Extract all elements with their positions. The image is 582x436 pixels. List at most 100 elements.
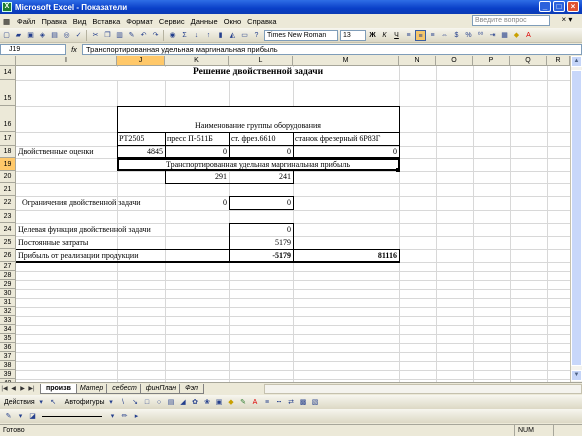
select-all-corner[interactable]: [0, 56, 16, 66]
first-sheet-icon[interactable]: |◀: [0, 385, 9, 392]
column-header[interactable]: R: [547, 56, 570, 66]
row-header[interactable]: 30: [0, 289, 16, 298]
arrow-icon[interactable]: ↘: [130, 397, 141, 408]
column-header[interactable]: O: [436, 56, 473, 66]
drawing-icon[interactable]: ◭: [227, 30, 238, 41]
row-header[interactable]: 39: [0, 370, 16, 379]
font-size-select[interactable]: 13: [340, 29, 366, 41]
line-color-icon[interactable]: ✎: [238, 397, 249, 408]
save-icon[interactable]: ▣: [25, 30, 36, 41]
column-header[interactable]: K: [165, 56, 229, 66]
align-left-icon[interactable]: ≡: [403, 30, 414, 41]
sheet-tab[interactable]: произв: [40, 383, 77, 394]
scroll-up-icon[interactable]: ▲: [571, 56, 582, 67]
row-header[interactable]: 16: [0, 106, 16, 132]
chevron-down-icon[interactable]: ▾: [107, 411, 118, 422]
copy-icon[interactable]: ❐: [102, 30, 113, 41]
paste-icon[interactable]: ▥: [114, 30, 125, 41]
menu-insert[interactable]: Вставка: [89, 17, 123, 26]
vertical-scrollbar[interactable]: ▲ ▼: [570, 56, 582, 382]
chevron-down-icon[interactable]: ▾: [106, 397, 117, 408]
underline-button[interactable]: Ч: [391, 30, 402, 41]
font-color-icon[interactable]: A: [523, 30, 534, 41]
chart-icon[interactable]: ▮: [215, 30, 226, 41]
fill-color-icon[interactable]: ◆: [226, 397, 237, 408]
hyperlink-icon[interactable]: ◉: [167, 30, 178, 41]
line-weight-select[interactable]: [42, 415, 102, 417]
column-header[interactable]: L: [229, 56, 293, 66]
borders-icon[interactable]: ▦: [499, 30, 510, 41]
help-icon[interactable]: ?: [251, 30, 262, 41]
format-painter-icon[interactable]: ✎: [126, 30, 137, 41]
redo-icon[interactable]: ↷: [150, 30, 161, 41]
menu-edit[interactable]: Правка: [38, 17, 69, 26]
formula-input[interactable]: Транспортированная удельная маргинальная…: [82, 43, 582, 55]
picture-icon[interactable]: ▣: [214, 397, 225, 408]
chevron-down-icon[interactable]: ▾: [36, 397, 47, 408]
row-header[interactable]: 29: [0, 280, 16, 289]
row-header[interactable]: 14: [0, 66, 16, 80]
minimize-button[interactable]: _: [539, 1, 551, 12]
line-style-icon[interactable]: ≡: [262, 397, 273, 408]
rectangle-icon[interactable]: □: [142, 397, 153, 408]
next-sheet-icon[interactable]: ▶: [18, 385, 27, 392]
maximize-button[interactable]: □: [553, 1, 565, 12]
zoom-icon[interactable]: ▭: [239, 30, 250, 41]
eraser-icon[interactable]: ◪: [27, 411, 38, 422]
row-header[interactable]: 34: [0, 325, 16, 334]
menu-file[interactable]: Файл: [14, 17, 38, 26]
wordart-icon[interactable]: ◢: [178, 397, 189, 408]
bold-button[interactable]: Ж: [367, 30, 378, 41]
new-icon[interactable]: ▢: [1, 30, 12, 41]
italic-button[interactable]: К: [379, 30, 390, 41]
pen-icon[interactable]: ✎: [3, 411, 14, 422]
row-header[interactable]: 27: [0, 262, 16, 271]
sheet-tab[interactable]: Фэп: [179, 383, 204, 394]
sheet-tab[interactable]: Матер: [73, 383, 110, 394]
fill-color-icon[interactable]: ◆: [511, 30, 522, 41]
row-header[interactable]: 17: [0, 132, 16, 146]
doc-close-icon[interactable]: × ▾: [555, 15, 579, 26]
textbox-icon[interactable]: ▤: [166, 397, 177, 408]
oval-icon[interactable]: ○: [154, 397, 165, 408]
column-header[interactable]: Q: [510, 56, 547, 66]
row-header[interactable]: 15: [0, 80, 16, 106]
fx-icon[interactable]: fx: [66, 45, 82, 54]
print-icon[interactable]: ▤: [49, 30, 60, 41]
last-sheet-icon[interactable]: ▶|: [27, 385, 36, 392]
row-header[interactable]: 36: [0, 343, 16, 352]
spelling-icon[interactable]: ✓: [73, 30, 84, 41]
menu-data[interactable]: Данные: [188, 17, 221, 26]
line-icon[interactable]: \: [118, 397, 129, 408]
column-header[interactable]: J: [117, 56, 165, 66]
row-header[interactable]: 33: [0, 316, 16, 325]
name-box[interactable]: J19: [0, 43, 66, 55]
menu-help[interactable]: Справка: [244, 17, 279, 26]
row-header[interactable]: 25: [0, 236, 16, 249]
worksheet-grid[interactable]: I J K L M N O P Q R 14 15 16 17 18 19 20…: [0, 56, 570, 382]
open-icon[interactable]: ▰: [13, 30, 24, 41]
merge-center-icon[interactable]: ⇔: [439, 30, 450, 41]
row-header[interactable]: 38: [0, 361, 16, 370]
row-header[interactable]: 19: [0, 158, 16, 171]
menu-tools[interactable]: Сервис: [156, 17, 188, 26]
menu-view[interactable]: Вид: [70, 17, 90, 26]
row-header[interactable]: 24: [0, 223, 16, 236]
scroll-down-icon[interactable]: ▼: [571, 370, 582, 381]
row-header[interactable]: 21: [0, 183, 16, 196]
currency-icon[interactable]: $: [451, 30, 462, 41]
3d-icon[interactable]: ▧: [310, 397, 321, 408]
row-header[interactable]: 23: [0, 210, 16, 223]
row-header[interactable]: 20: [0, 171, 16, 183]
menu-format[interactable]: Формат: [123, 17, 156, 26]
pen-color-icon[interactable]: ✏: [119, 411, 130, 422]
font-color-icon[interactable]: A: [250, 397, 261, 408]
row-header[interactable]: 26: [0, 249, 16, 262]
row-header[interactable]: 28: [0, 271, 16, 280]
autoshapes-menu[interactable]: Автофигуры: [65, 399, 105, 406]
row-header[interactable]: 35: [0, 334, 16, 343]
dash-style-icon[interactable]: ┅: [274, 397, 285, 408]
horizontal-scrollbar[interactable]: [264, 383, 582, 394]
menu-window[interactable]: Окно: [221, 17, 244, 26]
permission-icon[interactable]: ◈: [37, 30, 48, 41]
